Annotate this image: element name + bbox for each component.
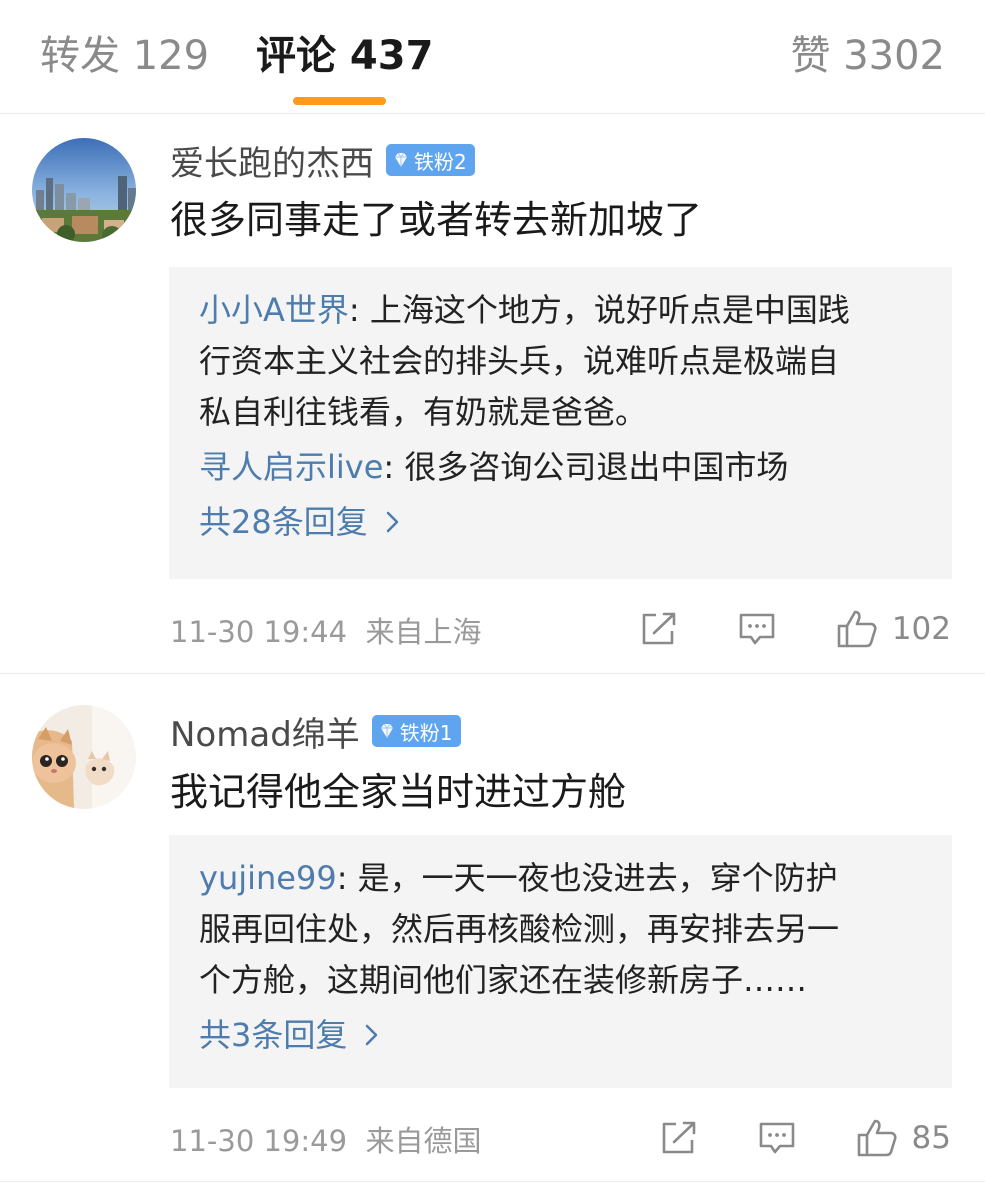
more-replies-label: 共28条回复 bbox=[199, 503, 368, 541]
comment-text: 很多同事走了或者转去新加坡了 bbox=[170, 198, 703, 242]
reply-username[interactable]: 小小A世界 bbox=[199, 291, 349, 329]
comment-item: Nomad绵羊 铁粉1 我记得他全家当时进过方舱 yujine99: 是，一天一… bbox=[0, 673, 985, 1182]
cat-avatar[interactable] bbox=[32, 705, 136, 809]
fan-badge[interactable]: 铁粉2 bbox=[386, 144, 475, 176]
comment-text: 我记得他全家当时进过方舱 bbox=[170, 770, 627, 814]
reply-text-line: 很多咨询公司退出中国市场 bbox=[404, 448, 789, 486]
reply-text-line: 行资本主义社会的排头兵，说难听点是极端自 bbox=[199, 342, 840, 380]
author-row: Nomad绵羊 铁粉1 bbox=[170, 707, 461, 756]
diamond-icon bbox=[395, 152, 407, 167]
more-replies-label: 共3条回复 bbox=[199, 1016, 348, 1054]
share-button[interactable] bbox=[660, 1120, 698, 1156]
reply-button[interactable] bbox=[738, 611, 776, 647]
share-icon bbox=[642, 612, 676, 645]
comment-meta: 11-30 19:49 来自德国 bbox=[170, 1118, 482, 1160]
reply-username[interactable]: yujine99 bbox=[199, 859, 337, 897]
comment-location: 来自上海 bbox=[365, 615, 482, 649]
reply-text-line: 是，一天一夜也没进去，穿个防护 bbox=[357, 859, 838, 897]
chevron-right-icon bbox=[366, 1024, 378, 1046]
reply-separator: : bbox=[348, 291, 370, 329]
chevron-right-icon bbox=[386, 511, 398, 533]
reply-text-line: 个方舱，这期间他们家还在装修新房子…… bbox=[199, 961, 808, 999]
tab-likes[interactable]: 赞 3302 bbox=[790, 30, 945, 82]
tab-comments[interactable]: 评论 437 bbox=[256, 30, 433, 82]
comment-time: 11-30 19:49 bbox=[170, 1124, 348, 1158]
comment-meta: 11-30 19:44 来自上海 bbox=[170, 609, 482, 651]
active-tab-indicator bbox=[293, 97, 386, 105]
author-name[interactable]: Nomad绵羊 bbox=[170, 707, 360, 756]
badge-label: 铁粉2 bbox=[414, 149, 467, 174]
diamond-icon bbox=[380, 723, 393, 738]
reply-text-line: 服再回住处，然后再核酸检测，再安排去另一 bbox=[199, 910, 840, 948]
like-count: 85 bbox=[911, 1120, 951, 1156]
comment-actions: 85 bbox=[660, 1114, 951, 1162]
fan-badge[interactable]: 铁粉1 bbox=[371, 715, 461, 747]
reply-text-line: 上海这个地方，说好听点是中国践 bbox=[369, 291, 850, 329]
comment-actions: 102 bbox=[640, 605, 951, 653]
author-name[interactable]: 爱长跑的杰西 bbox=[170, 136, 374, 185]
like-button[interactable]: 85 bbox=[856, 1118, 951, 1158]
more-replies-link[interactable]: 共28条回复 bbox=[199, 493, 920, 551]
thumbs-up-icon bbox=[837, 610, 877, 648]
author-row: 爱长跑的杰西 铁粉2 bbox=[170, 136, 475, 185]
comment-icon bbox=[759, 1122, 794, 1154]
share-button[interactable] bbox=[640, 611, 678, 647]
badge-label: 铁粉1 bbox=[399, 720, 453, 745]
reply-item: 小小A世界: 上海这个地方，说好听点是中国践 行资本主义社会的排头兵，说难听点是… bbox=[199, 285, 920, 438]
more-replies-link[interactable]: 共3条回复 bbox=[199, 1006, 920, 1064]
reply-text-line: 私自利往钱看，有奶就是爸爸。 bbox=[199, 393, 648, 431]
comment-item: 爱长跑的杰西 铁粉2 很多同事走了或者转去新加坡了 小小A世界: 上海这个地方，… bbox=[0, 113, 985, 674]
tab-repost[interactable]: 转发 129 bbox=[40, 30, 209, 82]
comment-time: 11-30 19:44 bbox=[170, 615, 348, 649]
reply-separator: : bbox=[336, 859, 358, 897]
like-button[interactable]: 102 bbox=[836, 609, 951, 649]
share-icon bbox=[662, 1121, 695, 1154]
reply-separator: : bbox=[383, 448, 405, 486]
comment-location: 来自德国 bbox=[365, 1124, 482, 1158]
reply-box[interactable]: yujine99: 是，一天一夜也没进去，穿个防护 服再回住处，然后再核酸检测，… bbox=[169, 835, 952, 1088]
reply-item: 寻人启示live: 很多咨询公司退出中国市场 bbox=[199, 442, 920, 493]
reply-item: yujine99: 是，一天一夜也没进去，穿个防护 服再回住处，然后再核酸检测，… bbox=[199, 853, 920, 1006]
thumbs-up-icon bbox=[857, 1119, 897, 1157]
comment-icon bbox=[739, 613, 775, 645]
reply-button[interactable] bbox=[758, 1120, 796, 1156]
city-avatar[interactable] bbox=[32, 138, 136, 242]
comment-tabs: 转发 129 评论 437 赞 3302 bbox=[0, 0, 985, 114]
reply-box[interactable]: 小小A世界: 上海这个地方，说好听点是中国践 行资本主义社会的排头兵，说难听点是… bbox=[169, 267, 952, 579]
like-count: 102 bbox=[891, 611, 951, 647]
reply-username[interactable]: 寻人启示live bbox=[199, 448, 383, 486]
